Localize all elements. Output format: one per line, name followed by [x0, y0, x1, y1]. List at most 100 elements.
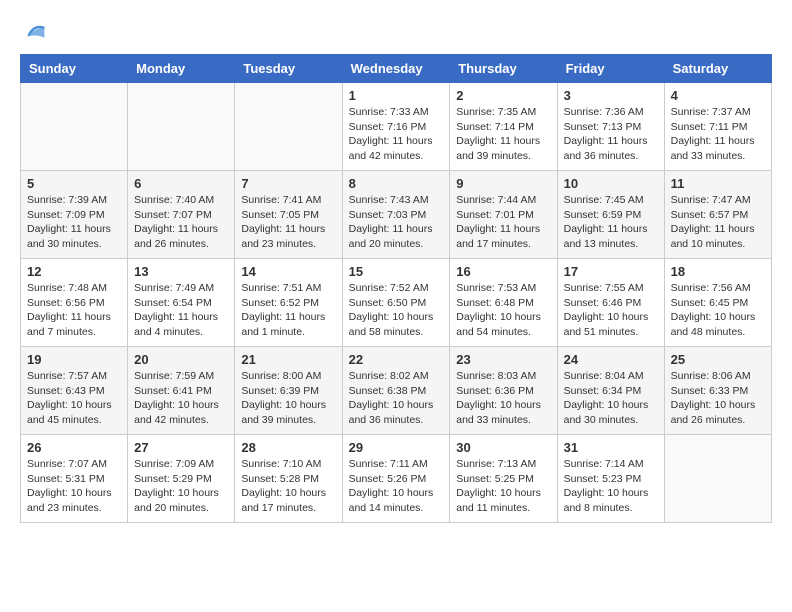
calendar-day-cell: 1Sunrise: 7:33 AM Sunset: 7:16 PM Daylig…: [342, 83, 450, 171]
calendar-day-cell: 5 Sunrise: 7:39 AM Sunset: 7:09 PM Daylig…: [21, 171, 128, 259]
day-info: Sunrise: 7:10 AM Sunset: 5:28 PM Dayligh…: [241, 457, 335, 516]
day-of-week-header: Sunday: [21, 55, 128, 83]
day-info: Sunrise: 7:55 AM Sunset: 6:46 PM Dayligh…: [564, 281, 658, 340]
calendar-day-cell: 12Sunrise: 7:48 AM Sunset: 6:56 PM Dayli…: [21, 259, 128, 347]
day-number: 31: [564, 440, 658, 455]
day-number: 23: [456, 352, 550, 367]
calendar-day-cell: 29Sunrise: 7:11 AM Sunset: 5:26 PM Dayli…: [342, 435, 450, 523]
day-number: 3: [564, 88, 658, 103]
calendar-day-cell: 6Sunrise: 7:40 AM Sunset: 7:07 PM Daylig…: [128, 171, 235, 259]
day-info: Sunrise: 7:51 AM Sunset: 6:52 PM Dayligh…: [241, 281, 335, 340]
calendar-week-row: 26Sunrise: 7:07 AM Sunset: 5:31 PM Dayli…: [21, 435, 772, 523]
calendar-day-cell: 8 Sunrise: 7:43 AM Sunset: 7:03 PM Daylig…: [342, 171, 450, 259]
day-number: 15: [349, 264, 444, 279]
day-number: 8: [349, 176, 444, 191]
day-number: 19: [27, 352, 121, 367]
calendar-week-row: 19 Sunrise: 7:57 AM Sunset: 6:43 PM Dayli…: [21, 347, 772, 435]
calendar-day-cell: [664, 435, 771, 523]
calendar-day-cell: 11 Sunrise: 7:47 AM Sunset: 6:57 PM Dayli…: [664, 171, 771, 259]
day-of-week-header: Tuesday: [235, 55, 342, 83]
day-info: Sunrise: 8:04 AM Sunset: 6:34 PM Dayligh…: [564, 369, 658, 428]
day-number: 10: [564, 176, 658, 191]
calendar-day-cell: 19 Sunrise: 7:57 AM Sunset: 6:43 PM Dayli…: [21, 347, 128, 435]
calendar-day-cell: 3 Sunrise: 7:36 AM Sunset: 7:13 PM Daylig…: [557, 83, 664, 171]
day-info: Sunrise: 7:13 AM Sunset: 5:25 PM Dayligh…: [456, 457, 550, 516]
logo: [20, 20, 46, 44]
day-info: Sunrise: 7:56 AM Sunset: 6:45 PM Dayligh…: [671, 281, 765, 340]
day-number: 22: [349, 352, 444, 367]
page-header: [20, 20, 772, 44]
calendar-day-cell: 20 Sunrise: 7:59 AM Sunset: 6:41 PM Dayli…: [128, 347, 235, 435]
day-info: Sunrise: 7:45 AM Sunset: 6:59 PM Dayligh…: [564, 193, 658, 252]
day-number: 16: [456, 264, 550, 279]
day-of-week-header: Friday: [557, 55, 664, 83]
calendar-day-cell: 24 Sunrise: 8:04 AM Sunset: 6:34 PM Dayli…: [557, 347, 664, 435]
calendar-week-row: 12Sunrise: 7:48 AM Sunset: 6:56 PM Dayli…: [21, 259, 772, 347]
day-number: 30: [456, 440, 550, 455]
day-of-week-header: Wednesday: [342, 55, 450, 83]
day-info: Sunrise: 8:06 AM Sunset: 6:33 PM Dayligh…: [671, 369, 765, 428]
day-number: 17: [564, 264, 658, 279]
day-number: 21: [241, 352, 335, 367]
calendar-day-cell: 28 Sunrise: 7:10 AM Sunset: 5:28 PM Dayli…: [235, 435, 342, 523]
calendar-week-row: 1Sunrise: 7:33 AM Sunset: 7:16 PM Daylig…: [21, 83, 772, 171]
day-info: Sunrise: 7:07 AM Sunset: 5:31 PM Dayligh…: [27, 457, 121, 516]
day-info: Sunrise: 7:52 AM Sunset: 6:50 PM Dayligh…: [349, 281, 444, 340]
day-number: 28: [241, 440, 335, 455]
day-number: 11: [671, 176, 765, 191]
calendar-day-cell: 23 Sunrise: 8:03 AM Sunset: 6:36 PM Dayli…: [450, 347, 557, 435]
calendar-day-cell: 30 Sunrise: 7:13 AM Sunset: 5:25 PM Dayli…: [450, 435, 557, 523]
day-info: Sunrise: 7:47 AM Sunset: 6:57 PM Dayligh…: [671, 193, 765, 252]
calendar-day-cell: 21 Sunrise: 8:00 AM Sunset: 6:39 PM Dayli…: [235, 347, 342, 435]
day-number: 2: [456, 88, 550, 103]
calendar-day-cell: 16 Sunrise: 7:53 AM Sunset: 6:48 PM Dayli…: [450, 259, 557, 347]
day-info: Sunrise: 7:09 AM Sunset: 5:29 PM Dayligh…: [134, 457, 228, 516]
calendar-day-cell: 7Sunrise: 7:41 AM Sunset: 7:05 PM Daylig…: [235, 171, 342, 259]
calendar-day-cell: 26Sunrise: 7:07 AM Sunset: 5:31 PM Dayli…: [21, 435, 128, 523]
day-info: Sunrise: 7:41 AM Sunset: 7:05 PM Dayligh…: [241, 193, 335, 252]
calendar-table: SundayMondayTuesdayWednesdayThursdayFrid…: [20, 54, 772, 523]
calendar-day-cell: 27 Sunrise: 7:09 AM Sunset: 5:29 PM Dayli…: [128, 435, 235, 523]
day-info: Sunrise: 8:00 AM Sunset: 6:39 PM Dayligh…: [241, 369, 335, 428]
day-info: Sunrise: 7:57 AM Sunset: 6:43 PM Dayligh…: [27, 369, 121, 428]
day-number: 9: [456, 176, 550, 191]
day-info: Sunrise: 7:49 AM Sunset: 6:54 PM Dayligh…: [134, 281, 228, 340]
calendar-day-cell: 2 Sunrise: 7:35 AM Sunset: 7:14 PM Daylig…: [450, 83, 557, 171]
day-info: Sunrise: 7:53 AM Sunset: 6:48 PM Dayligh…: [456, 281, 550, 340]
calendar-day-cell: 13 Sunrise: 7:49 AM Sunset: 6:54 PM Dayli…: [128, 259, 235, 347]
calendar-day-cell: [235, 83, 342, 171]
day-number: 4: [671, 88, 765, 103]
day-number: 6: [134, 176, 228, 191]
day-info: Sunrise: 8:03 AM Sunset: 6:36 PM Dayligh…: [456, 369, 550, 428]
day-number: 18: [671, 264, 765, 279]
day-of-week-header: Saturday: [664, 55, 771, 83]
day-number: 20: [134, 352, 228, 367]
day-number: 25: [671, 352, 765, 367]
calendar-day-cell: 18 Sunrise: 7:56 AM Sunset: 6:45 PM Dayli…: [664, 259, 771, 347]
calendar-day-cell: 25 Sunrise: 8:06 AM Sunset: 6:33 PM Dayli…: [664, 347, 771, 435]
day-info: Sunrise: 7:36 AM Sunset: 7:13 PM Dayligh…: [564, 105, 658, 164]
day-of-week-header: Thursday: [450, 55, 557, 83]
calendar-day-cell: [21, 83, 128, 171]
calendar-day-cell: 14Sunrise: 7:51 AM Sunset: 6:52 PM Dayli…: [235, 259, 342, 347]
calendar-day-cell: 17 Sunrise: 7:55 AM Sunset: 6:46 PM Dayli…: [557, 259, 664, 347]
day-info: Sunrise: 7:59 AM Sunset: 6:41 PM Dayligh…: [134, 369, 228, 428]
calendar-day-cell: [128, 83, 235, 171]
day-number: 24: [564, 352, 658, 367]
day-info: Sunrise: 7:43 AM Sunset: 7:03 PM Dayligh…: [349, 193, 444, 252]
day-info: Sunrise: 8:02 AM Sunset: 6:38 PM Dayligh…: [349, 369, 444, 428]
day-info: Sunrise: 7:37 AM Sunset: 7:11 PM Dayligh…: [671, 105, 765, 164]
calendar-day-cell: 10 Sunrise: 7:45 AM Sunset: 6:59 PM Dayli…: [557, 171, 664, 259]
day-number: 5: [27, 176, 121, 191]
calendar-day-cell: 22 Sunrise: 8:02 AM Sunset: 6:38 PM Dayli…: [342, 347, 450, 435]
day-number: 13: [134, 264, 228, 279]
day-info: Sunrise: 7:14 AM Sunset: 5:23 PM Dayligh…: [564, 457, 658, 516]
calendar-header-row: SundayMondayTuesdayWednesdayThursdayFrid…: [21, 55, 772, 83]
day-info: Sunrise: 7:35 AM Sunset: 7:14 PM Dayligh…: [456, 105, 550, 164]
day-of-week-header: Monday: [128, 55, 235, 83]
day-info: Sunrise: 7:39 AM Sunset: 7:09 PM Dayligh…: [27, 193, 121, 252]
calendar-day-cell: 9 Sunrise: 7:44 AM Sunset: 7:01 PM Daylig…: [450, 171, 557, 259]
day-number: 27: [134, 440, 228, 455]
calendar-day-cell: 4 Sunrise: 7:37 AM Sunset: 7:11 PM Daylig…: [664, 83, 771, 171]
day-info: Sunrise: 7:44 AM Sunset: 7:01 PM Dayligh…: [456, 193, 550, 252]
